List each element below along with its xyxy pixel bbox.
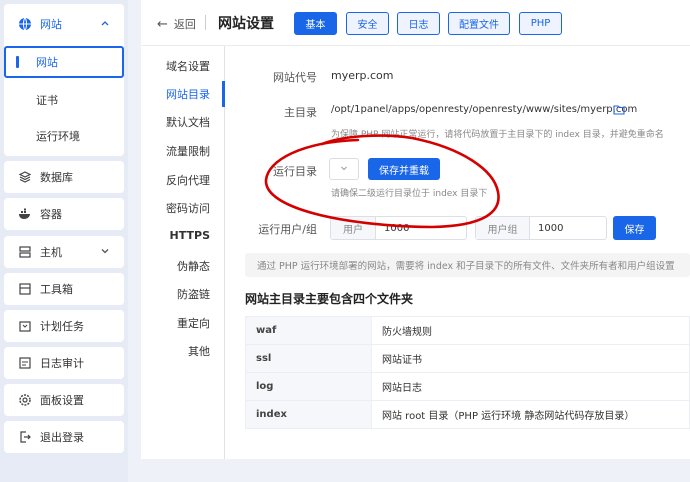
sidebar-item-container[interactable]: 容器: [4, 198, 124, 230]
user-prefix: 用户: [331, 217, 376, 239]
toolbox-icon: [18, 282, 32, 296]
folder-name: ssl: [245, 344, 372, 373]
gear-icon: [18, 393, 32, 407]
page-title: 网站设置: [218, 16, 274, 32]
folder-desc: 网站证书: [371, 344, 690, 373]
tab-php[interactable]: PHP: [519, 12, 562, 35]
run-dir-hint: 请确保二级运行目录位于 index 目录下: [331, 189, 488, 199]
logout-icon: [18, 430, 32, 444]
folder-desc: 防火墙规则: [371, 316, 690, 345]
user-input-group: 用户 1000: [330, 216, 467, 240]
main-panel: ← 返回 网站设置 基本 安全 日志 配置文件 PHP 域名设置 网站目录 默认…: [141, 0, 690, 459]
settings-nav: 域名设置 网站目录 默认文档 流量限制 反向代理 密码访问 HTTPS 伪静态 …: [141, 46, 225, 459]
group-input-group: 用户组 1000: [475, 216, 607, 240]
nav-hotlink[interactable]: 防盗链: [177, 286, 210, 302]
sidebar-item-label: 退出登录: [40, 431, 84, 444]
folders-table: waf 防火墙规则 ssl 网站证书 log 网站日志 index 网站 root 目录…: [245, 316, 690, 429]
table-row: log 网站日志: [245, 372, 690, 401]
sidebar-item-audit-log[interactable]: 日志审计: [4, 347, 124, 379]
tab-config-file[interactable]: 配置文件: [448, 12, 510, 35]
nav-redirect[interactable]: 重定向: [177, 315, 210, 331]
folder-name: index: [245, 400, 372, 429]
alias-value: myerp.com: [331, 69, 394, 82]
sidebar-item-label: 工具箱: [40, 283, 73, 296]
calendar-icon: [18, 319, 32, 333]
sidebar-subitem-runtime[interactable]: 运行环境: [4, 120, 124, 152]
back-label: 返回: [173, 18, 196, 31]
nav-password-access[interactable]: 密码访问: [166, 200, 210, 216]
folder-desc: 网站日志: [371, 372, 690, 401]
save-button[interactable]: 保存: [613, 216, 656, 240]
sidebar-item-label: 计划任务: [40, 320, 84, 333]
sidebar-item-label: 主机: [40, 246, 62, 259]
folder-name: waf: [245, 316, 372, 345]
group-input[interactable]: 1000: [530, 217, 606, 239]
nav-rewrite[interactable]: 伪静态: [177, 258, 210, 274]
folder-name: log: [245, 372, 372, 401]
nav-traffic-limit[interactable]: 流量限制: [166, 143, 210, 159]
nav-https[interactable]: HTTPS: [170, 229, 210, 242]
dir-value: /opt/1panel/apps/openresty/openresty/www…: [331, 104, 638, 115]
dir-hint: 为保障 PHP 网站正常运行，请将代码放置于主目录下的 index 目录，并避免…: [331, 130, 664, 140]
nav-other[interactable]: 其他: [188, 343, 210, 359]
subitem-label: 运行环境: [36, 130, 80, 143]
permission-notice: 通过 PHP 运行环境部署的网站，需要将 index 和子目录下的所有文件、文件…: [245, 253, 690, 277]
sidebar-item-label: 容器: [40, 208, 62, 221]
table-row: waf 防火墙规则: [245, 316, 690, 345]
sidebar-item-logout[interactable]: 退出登录: [4, 421, 124, 453]
tab-log[interactable]: 日志: [397, 12, 440, 35]
run-dir-label: 运行目录: [273, 165, 317, 178]
sidebar-item-label: 日志审计: [40, 357, 84, 370]
sidebar-item-toolbox[interactable]: 工具箱: [4, 273, 124, 305]
server-icon: [18, 245, 32, 259]
chevron-up-icon[interactable]: [100, 18, 110, 31]
docker-icon: [18, 207, 32, 221]
save-reload-button[interactable]: 保存并重载: [368, 158, 440, 180]
sidebar-item-host[interactable]: 主机: [4, 236, 124, 268]
header-divider: [205, 15, 206, 30]
user-input[interactable]: 1000: [376, 217, 466, 239]
database-icon: [18, 170, 32, 184]
nav-reverse-proxy[interactable]: 反向代理: [166, 172, 210, 188]
run-dir-select[interactable]: [329, 158, 359, 180]
back-button[interactable]: ← 返回: [157, 16, 196, 32]
sidebar-item-website[interactable]: 网站: [4, 8, 124, 40]
table-row: ssl 网站证书: [245, 344, 690, 373]
folders-title: 网站主目录主要包含四个文件夹: [245, 292, 414, 306]
nav-site-directory[interactable]: 网站目录: [166, 86, 210, 102]
subitem-label: 证书: [36, 94, 58, 107]
tab-basic[interactable]: 基本: [294, 12, 337, 35]
sidebar-item-label: 面板设置: [40, 394, 84, 407]
folder-icon[interactable]: [613, 104, 625, 118]
sidebar-subitem-certificate[interactable]: 证书: [4, 84, 124, 116]
globe-icon: [18, 17, 32, 31]
nav-domain[interactable]: 域名设置: [166, 58, 210, 74]
nav-active-indicator: [222, 81, 225, 107]
sidebar-item-label: 网站: [40, 18, 62, 31]
alias-label: 网站代号: [273, 71, 317, 84]
chevron-down-icon: [340, 164, 348, 175]
sidebar-item-label: 数据库: [40, 171, 73, 184]
sidebar-subitem-website[interactable]: 网站: [4, 46, 124, 78]
sidebar: 网站 网站 证书 运行环境 数据库 容器 主机 工具箱 计划任务 日志审计 面板…: [0, 0, 128, 482]
dir-label: 主目录: [284, 106, 317, 119]
chevron-down-icon[interactable]: [100, 246, 110, 259]
log-icon: [18, 356, 32, 370]
tab-security[interactable]: 安全: [346, 12, 389, 35]
arrow-left-icon: ←: [157, 16, 168, 32]
group-prefix: 用户组: [476, 217, 530, 239]
page-header: ← 返回 网站设置 基本 安全 日志 配置文件 PHP: [141, 0, 690, 46]
folder-desc: 网站 root 目录（PHP 运行环境 静态网站代码存放目录）: [371, 400, 690, 429]
subitem-label: 网站: [36, 56, 58, 69]
sidebar-item-database[interactable]: 数据库: [4, 161, 124, 193]
sidebar-item-settings[interactable]: 面板设置: [4, 384, 124, 416]
nav-default-doc[interactable]: 默认文档: [166, 114, 210, 130]
sidebar-item-cron[interactable]: 计划任务: [4, 310, 124, 342]
user-group-label: 运行用户/组: [258, 223, 317, 236]
table-row: index 网站 root 目录（PHP 运行环境 静态网站代码存放目录）: [245, 400, 690, 429]
